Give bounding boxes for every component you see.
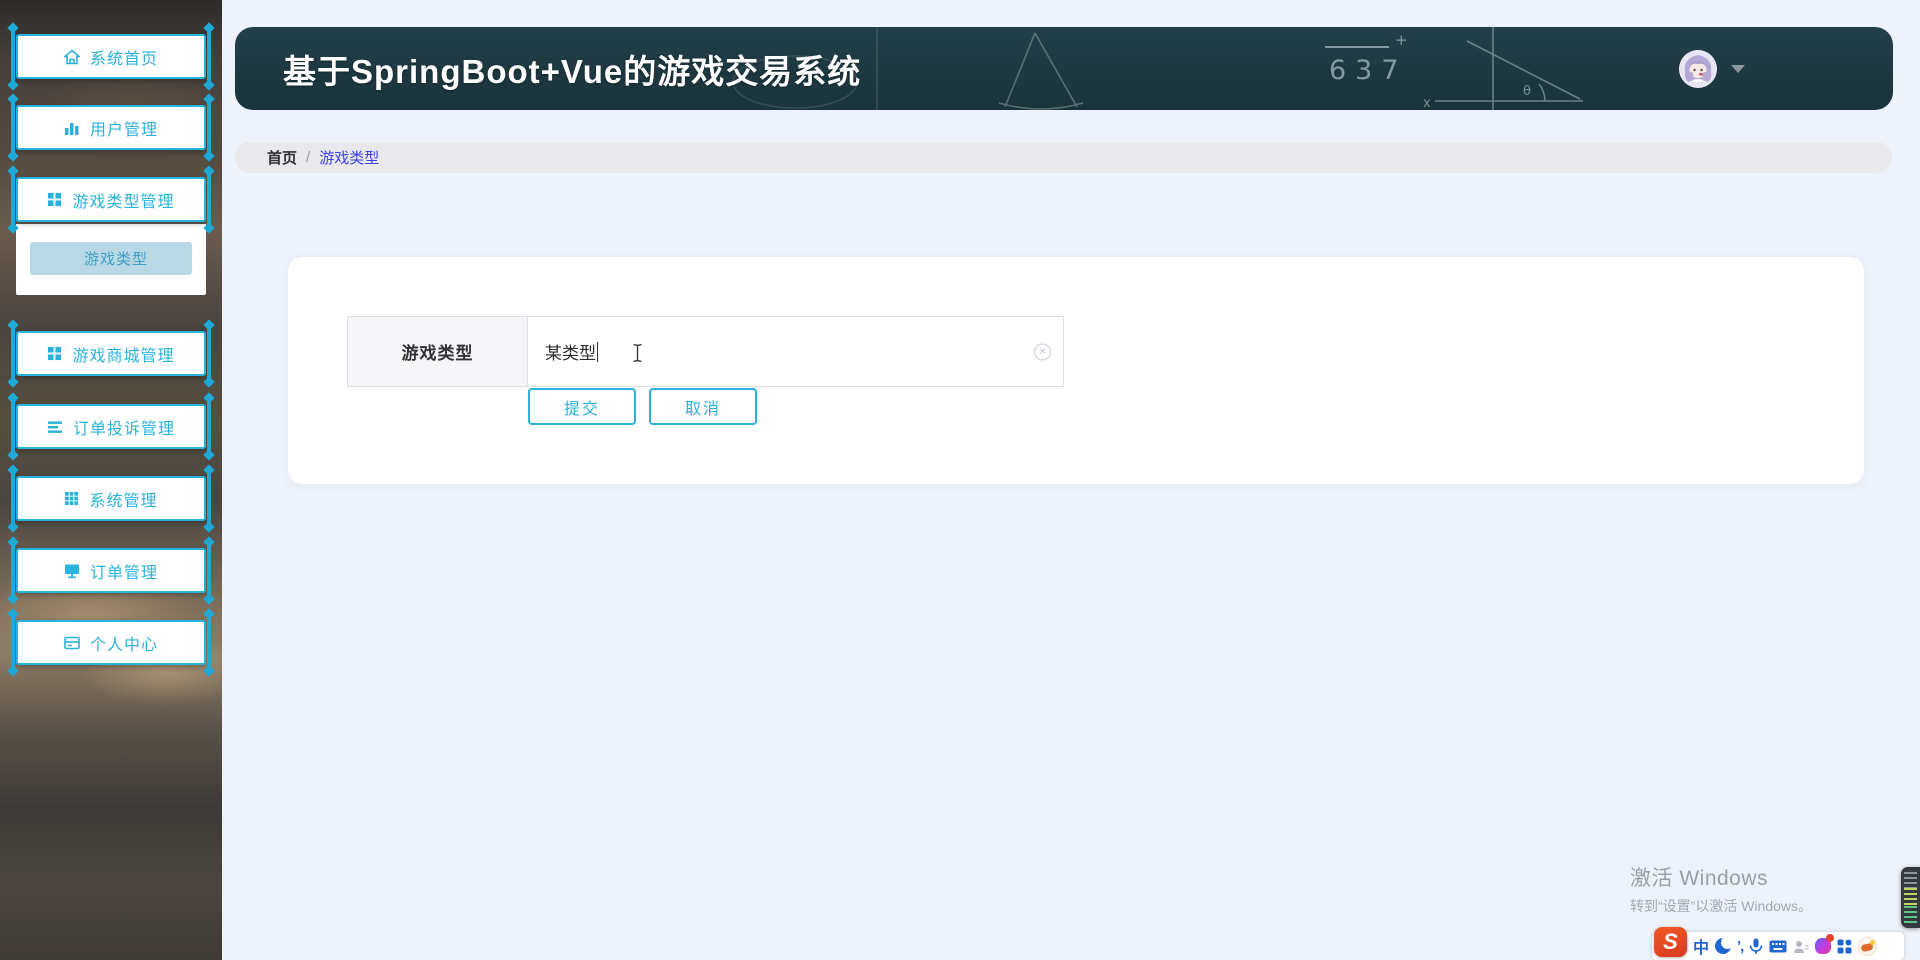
cancel-button[interactable]: 取消 bbox=[649, 388, 757, 425]
form-buttons: 提交 取消 bbox=[528, 388, 757, 425]
form-field-label: 游戏类型 bbox=[348, 317, 528, 386]
nav-deco-left bbox=[11, 614, 15, 671]
input-value-text: 某类型 bbox=[545, 344, 596, 363]
clear-input-icon[interactable]: ✕ bbox=[1034, 343, 1051, 360]
page: 系统首页 用户管理 游戏类型管理 游戏类型 游戏商城管理 订单投诉管理 系统管理… bbox=[0, 0, 1920, 960]
monitor-icon bbox=[64, 563, 80, 579]
nav-deco-right bbox=[207, 542, 211, 599]
user-profile-icon[interactable] bbox=[1793, 939, 1809, 954]
nav-deco-right bbox=[207, 171, 211, 228]
nav-deco-left bbox=[11, 470, 15, 527]
submit-button[interactable]: 提交 bbox=[528, 388, 636, 425]
sidebar-item-label: 游戏商城管理 bbox=[72, 347, 175, 365]
language-mode-icon[interactable]: 中 bbox=[1693, 934, 1709, 958]
chalk-theta: θ bbox=[1523, 84, 1531, 99]
ibeam-mouse-cursor bbox=[633, 343, 642, 363]
nav-deco-left bbox=[11, 28, 15, 85]
text-caret bbox=[597, 341, 598, 362]
nav-deco-left bbox=[11, 398, 15, 455]
skin-theme-icon[interactable] bbox=[1815, 934, 1835, 954]
form-table: 游戏类型 某类型 ✕ bbox=[347, 316, 1064, 387]
grid-2x2-icon bbox=[47, 192, 62, 207]
app-header: 637 + θ x 基于SpringBoot+Vue的游戏交易系统 bbox=[235, 27, 1893, 110]
moon-mode-icon[interactable] bbox=[1715, 936, 1735, 954]
page-title: 基于SpringBoot+Vue的游戏交易系统 bbox=[283, 52, 862, 90]
sidebar-item-order-management[interactable]: 订单管理 bbox=[11, 542, 211, 599]
breadcrumb: 首页 / 游戏类型 bbox=[235, 142, 1892, 173]
form-card: 游戏类型 某类型 ✕ 提交 取消 bbox=[288, 257, 1864, 484]
sidebar-item-label: 用户管理 bbox=[89, 121, 158, 139]
nav-deco-right bbox=[207, 398, 211, 455]
sidebar-item-system-management[interactable]: 系统管理 bbox=[11, 470, 211, 527]
emoji-sticker-icon[interactable] bbox=[1858, 936, 1878, 956]
nav-deco-right bbox=[207, 470, 211, 527]
chalk-plus: + bbox=[1395, 31, 1408, 49]
grid-2x2-icon bbox=[47, 346, 62, 361]
ime-toolbar: S 中 ’, bbox=[1652, 927, 1904, 960]
card-icon bbox=[64, 635, 80, 651]
avatar-dropdown-caret[interactable] bbox=[1731, 64, 1745, 73]
sidebar-item-label: 游戏类型管理 bbox=[72, 193, 175, 211]
avatar[interactable] bbox=[1679, 49, 1717, 88]
sogou-logo-icon[interactable]: S bbox=[1654, 927, 1687, 957]
avatar-group bbox=[1679, 49, 1745, 88]
sidebar-item-label: 个人中心 bbox=[89, 636, 158, 654]
nav-deco-left bbox=[11, 542, 15, 599]
content-area: 637 + θ x 基于SpringBoot+Vue的游戏交易系统 首页 / 游… bbox=[222, 0, 1920, 960]
grid-3x3-icon bbox=[64, 491, 79, 506]
microphone-icon[interactable] bbox=[1749, 938, 1763, 955]
sidebar-item-user-management[interactable]: 用户管理 bbox=[11, 99, 211, 156]
home-icon bbox=[63, 48, 80, 65]
nav-deco-right bbox=[207, 28, 211, 85]
sidebar-subitem-game-type[interactable]: 游戏类型 bbox=[30, 242, 192, 275]
sidebar-submenu: 游戏类型 bbox=[16, 224, 206, 295]
breadcrumb-home-link[interactable]: 首页 bbox=[267, 147, 297, 168]
nav-deco-right bbox=[207, 99, 211, 156]
sidebar-subitem-label: 游戏类型 bbox=[84, 251, 149, 268]
toolbox-grid-icon[interactable] bbox=[1837, 939, 1852, 954]
edge-equalizer-widget[interactable] bbox=[1901, 867, 1920, 928]
edge-widget-green-bars bbox=[1904, 906, 1917, 923]
nav-deco-right bbox=[207, 325, 211, 382]
sidebar-item-label: 系统首页 bbox=[89, 50, 158, 68]
nav-deco-left bbox=[11, 171, 15, 228]
sidebar-item-game-type-management[interactable]: 游戏类型管理 bbox=[11, 171, 211, 228]
chalk-x-label: x bbox=[1423, 96, 1431, 110]
game-type-input[interactable]: 某类型 ✕ bbox=[528, 317, 1063, 386]
nav-deco-left bbox=[11, 325, 15, 382]
chalk-numbers: 637 bbox=[1329, 55, 1408, 86]
breadcrumb-current-link[interactable]: 游戏类型 bbox=[319, 147, 379, 168]
punctuation-mode-icon[interactable]: ’, bbox=[1737, 938, 1744, 955]
sidebar: 系统首页 用户管理 游戏类型管理 游戏类型 游戏商城管理 订单投诉管理 系统管理… bbox=[0, 0, 222, 960]
edge-widget-gray-bars bbox=[1904, 872, 1917, 888]
sidebar-item-label: 系统管理 bbox=[89, 492, 158, 510]
sidebar-item-label: 订单投诉管理 bbox=[72, 420, 175, 438]
list-icon bbox=[47, 419, 63, 435]
sidebar-item-personal-center[interactable]: 个人中心 bbox=[11, 614, 211, 671]
nav-deco-right bbox=[207, 614, 211, 671]
edge-widget-lime-bars bbox=[1904, 888, 1917, 906]
sidebar-item-game-mall-management[interactable]: 游戏商城管理 bbox=[11, 325, 211, 382]
sidebar-item-system-home[interactable]: 系统首页 bbox=[11, 28, 211, 85]
sidebar-item-order-complaint-management[interactable]: 订单投诉管理 bbox=[11, 398, 211, 455]
nav-deco-left bbox=[11, 99, 15, 156]
keyboard-icon[interactable] bbox=[1769, 940, 1787, 953]
bar-chart-icon bbox=[64, 120, 80, 136]
sidebar-item-label: 订单管理 bbox=[89, 564, 158, 582]
breadcrumb-separator: / bbox=[306, 149, 311, 166]
